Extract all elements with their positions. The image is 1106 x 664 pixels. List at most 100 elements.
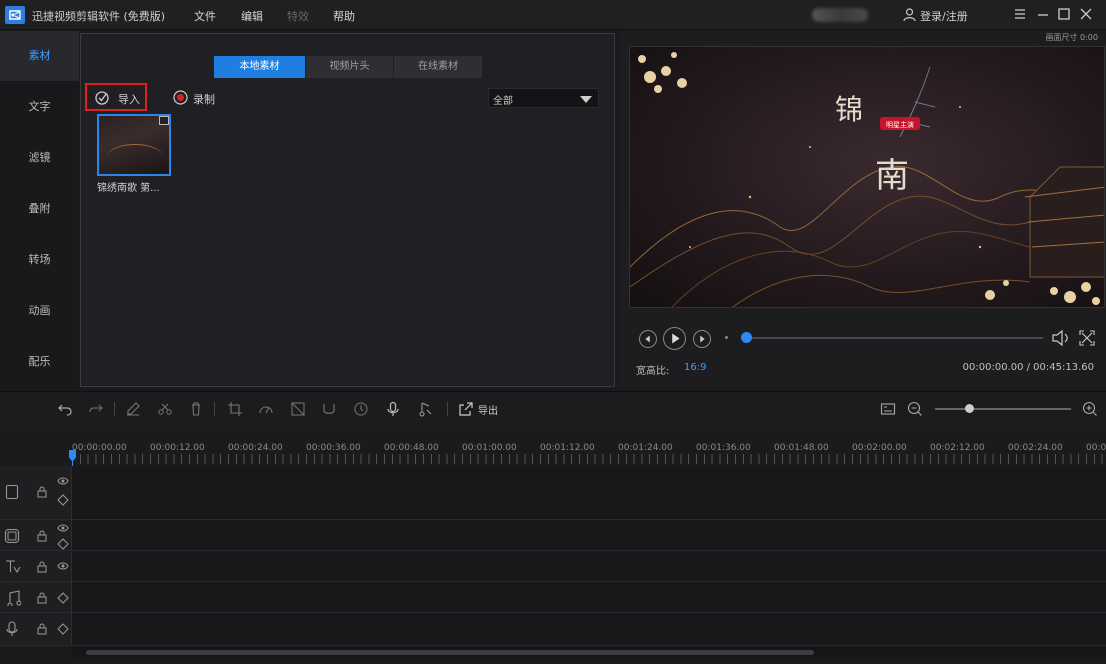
lock-icon[interactable] (36, 530, 48, 542)
minimize-icon[interactable] (1034, 5, 1052, 23)
zoom-in-icon[interactable] (1082, 401, 1098, 417)
app-title: 迅捷视频剪辑软件 (免费版) (32, 10, 166, 23)
ruler-label: 00:02:00.00 (852, 443, 907, 453)
fit-timeline-icon[interactable] (880, 401, 896, 417)
ruler-label: 00:01:36.00 (696, 443, 751, 453)
lock-icon[interactable] (36, 561, 48, 573)
lock-icon[interactable] (36, 592, 48, 604)
edit-toolbar: 导出 (0, 391, 1106, 425)
play-icon[interactable] (663, 327, 686, 350)
export-icon[interactable] (458, 401, 474, 417)
left-sidebar: 素材 文字 滤镜 叠附 转场 动画 配乐 (0, 31, 79, 388)
menu-edit[interactable]: 编辑 (241, 8, 263, 24)
lock-icon[interactable] (36, 623, 48, 635)
audio-detach-icon[interactable] (417, 401, 433, 417)
chevron-down-icon (580, 96, 592, 103)
aspect-ratio-value[interactable]: 16:9 (684, 362, 706, 373)
voice-track-icon (6, 621, 18, 636)
track-lane-text[interactable] (72, 551, 1106, 582)
mute-icon[interactable] (57, 623, 69, 635)
ruler-label: 00:01:24.00 (618, 443, 673, 453)
mic-icon[interactable] (385, 401, 401, 417)
filter-select[interactable]: 全部 (488, 88, 599, 108)
prev-frame-icon[interactable] (639, 330, 657, 348)
undo-icon[interactable] (57, 401, 73, 417)
timeline-ruler[interactable]: 00:00:00.00 00:00:12.00 00:00:24.00 00:00:3… (72, 440, 1106, 464)
mosaic-icon[interactable] (290, 401, 306, 417)
maximize-icon[interactable] (1055, 5, 1073, 23)
track-lane-video-main[interactable] (72, 466, 1106, 520)
track-head-music (0, 582, 72, 613)
track-lane-voice[interactable] (72, 613, 1106, 646)
track-lane-video-overlay[interactable] (72, 520, 1106, 551)
mute-icon[interactable] (57, 538, 69, 550)
preview-title-char-2: 南 (875, 156, 909, 196)
delete-icon[interactable] (188, 401, 204, 417)
filter-select-value: 全部 (493, 96, 513, 107)
export-button[interactable]: 导出 (478, 402, 498, 417)
sidebar-item-overlays[interactable]: 叠附 (0, 184, 79, 234)
track-head-text (0, 551, 72, 582)
checkbox-icon[interactable] (159, 116, 169, 125)
preview-panel: 画面尺寸 0:00 明星主演 锦 南 宽高比: 16:9 00:00:00.00… (620, 31, 1106, 388)
ruler-label: 00:01:48.00 (774, 443, 829, 453)
timeline-scrollbar-thumb[interactable] (86, 650, 814, 655)
preview-title-char-1: 锦 (835, 93, 863, 126)
login-link[interactable]: 登录/注册 (920, 8, 968, 24)
import-label: 导入 (118, 93, 140, 106)
media-item-caption: 锦绣南歌 第... (97, 183, 160, 194)
sidebar-item-animation[interactable]: 动画 (0, 286, 79, 336)
menu-hamburger-icon[interactable] (1011, 5, 1029, 23)
sidebar-item-transitions[interactable]: 转场 (0, 235, 79, 285)
next-frame-icon[interactable] (693, 330, 711, 348)
tab-online-media[interactable]: 在线素材 (394, 56, 483, 78)
timeline-scrollbar[interactable] (72, 647, 1106, 659)
redo-icon[interactable] (88, 401, 104, 417)
zoom-out-icon[interactable] (907, 401, 923, 417)
speed-icon[interactable] (258, 401, 274, 417)
tab-video-intro[interactable]: 视频片头 (306, 56, 394, 78)
menu-effects[interactable]: 特效 (287, 8, 309, 24)
crop-icon[interactable] (227, 401, 243, 417)
zoom-slider-knob[interactable] (965, 404, 974, 413)
sidebar-item-filters[interactable]: 滤镜 (0, 133, 79, 183)
tab-local-media[interactable]: 本地素材 (214, 56, 306, 78)
ruler-label: 00:00:24.00 (228, 443, 283, 453)
preview-artwork: 明星主演 锦 南 (630, 52, 1104, 307)
fullscreen-icon[interactable] (1077, 328, 1097, 348)
split-icon[interactable] (157, 401, 173, 417)
menu-file[interactable]: 文件 (194, 8, 216, 24)
import-button[interactable]: 导入 (85, 83, 147, 111)
import-icon (95, 91, 109, 105)
mute-icon[interactable] (57, 494, 69, 506)
playback-progress-track[interactable] (747, 337, 1043, 339)
eye-icon[interactable] (57, 476, 69, 486)
lock-icon[interactable] (36, 486, 48, 498)
edit-icon[interactable] (125, 401, 141, 417)
zoom-slider-track[interactable] (935, 408, 1071, 410)
preview-badge: 明星主演 (886, 120, 914, 129)
pip-track-icon (4, 528, 20, 544)
sidebar-item-text[interactable]: 文字 (0, 82, 79, 132)
track-head-video-main (0, 466, 72, 520)
user-icon[interactable] (903, 8, 916, 22)
ruler-label: 00:02:12.00 (930, 443, 985, 453)
eye-icon[interactable] (57, 561, 69, 571)
track-lane-music[interactable] (72, 582, 1106, 613)
playback-progress-knob[interactable] (741, 332, 752, 343)
ruler-label: 00:00:00.00 (72, 443, 127, 453)
sidebar-item-media[interactable]: 素材 (0, 31, 79, 81)
track-head-voice (0, 613, 72, 646)
duration-icon[interactable] (353, 401, 369, 417)
video-preview[interactable]: 明星主演 锦 南 (629, 46, 1105, 308)
menu-help[interactable]: 帮助 (333, 8, 355, 24)
playback-controls (620, 323, 1106, 353)
freeze-icon[interactable] (321, 401, 337, 417)
volume-icon[interactable] (1050, 328, 1072, 348)
eye-icon[interactable] (57, 523, 69, 533)
media-item-thumbnail[interactable] (97, 114, 171, 176)
close-icon[interactable] (1077, 5, 1095, 23)
sidebar-item-music[interactable]: 配乐 (0, 337, 79, 387)
record-button[interactable]: 录制 (173, 90, 233, 106)
mute-icon[interactable] (57, 592, 69, 604)
